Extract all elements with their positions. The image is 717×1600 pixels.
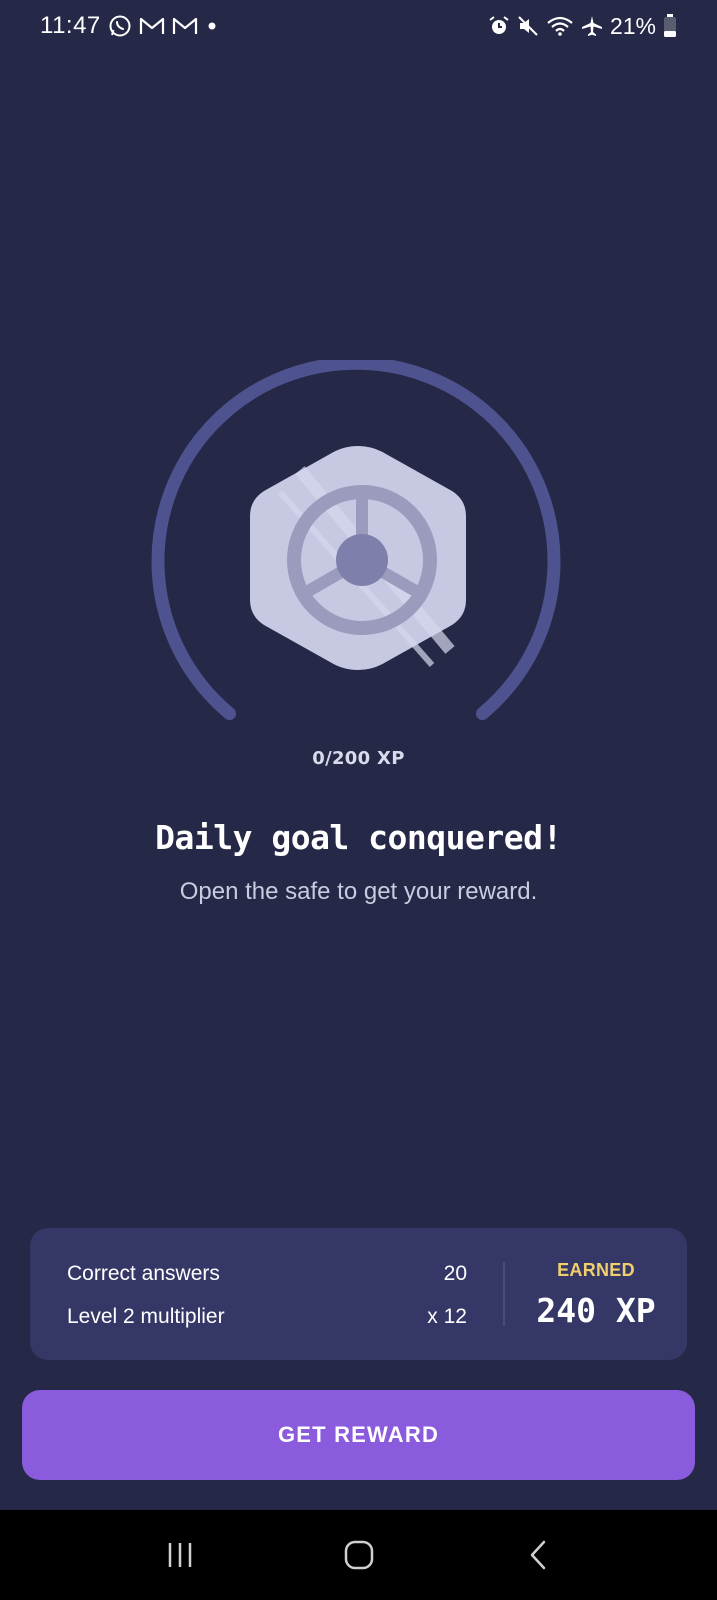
home-icon (344, 1540, 373, 1570)
summary-row-label: Level 2 multiplier (67, 1305, 225, 1328)
battery-icon (663, 13, 677, 39)
summary-row-level-multiplier: Level 2 multiplier x 12 (67, 1305, 467, 1329)
battery-percent: 21% (609, 12, 656, 39)
status-time: 11:47 (40, 12, 101, 39)
daily-goal-screen: 11:47 21% 0/200 XP Daily goal conquered!… (0, 0, 717, 1600)
status-bar: 11:47 21% (0, 0, 717, 52)
reward-summary-card: Correct answers 20 Level 2 multiplier x … (30, 1228, 687, 1360)
gmail-icon (139, 13, 165, 39)
summary-row-label: Correct answers (67, 1262, 220, 1285)
goal-subtitle: Open the safe to get your reward. (179, 878, 538, 905)
alarm-icon (488, 13, 510, 39)
back-icon (530, 1540, 545, 1570)
summary-row-value: x 12 (427, 1305, 467, 1328)
back-button[interactable] (508, 1525, 568, 1585)
goal-headline: Daily goal conquered! (155, 818, 562, 857)
summary-row-value: 20 (443, 1262, 467, 1285)
system-nav-bar (0, 1510, 717, 1600)
whatsapp-icon (108, 13, 132, 39)
earned-value: 240 XP (536, 1291, 656, 1330)
recents-icon (168, 1543, 191, 1567)
goal-progress-ring (150, 360, 566, 730)
gmail-icon (172, 13, 198, 39)
wifi-icon (546, 13, 574, 39)
status-left: 11:47 (40, 12, 219, 40)
earned-label: EARNED (557, 1260, 635, 1280)
dot-icon (205, 13, 219, 39)
recents-button[interactable] (150, 1525, 210, 1585)
mute-icon (517, 13, 539, 39)
safe-icon (250, 446, 466, 670)
airplane-icon (581, 13, 603, 39)
summary-row-correct-answers: Correct answers 20 (67, 1262, 467, 1286)
get-reward-button[interactable]: GET REWARD (22, 1390, 695, 1480)
home-button[interactable] (329, 1525, 389, 1585)
status-right: 21% (488, 13, 677, 40)
xp-progress-text: 0/200 XP (312, 748, 405, 769)
